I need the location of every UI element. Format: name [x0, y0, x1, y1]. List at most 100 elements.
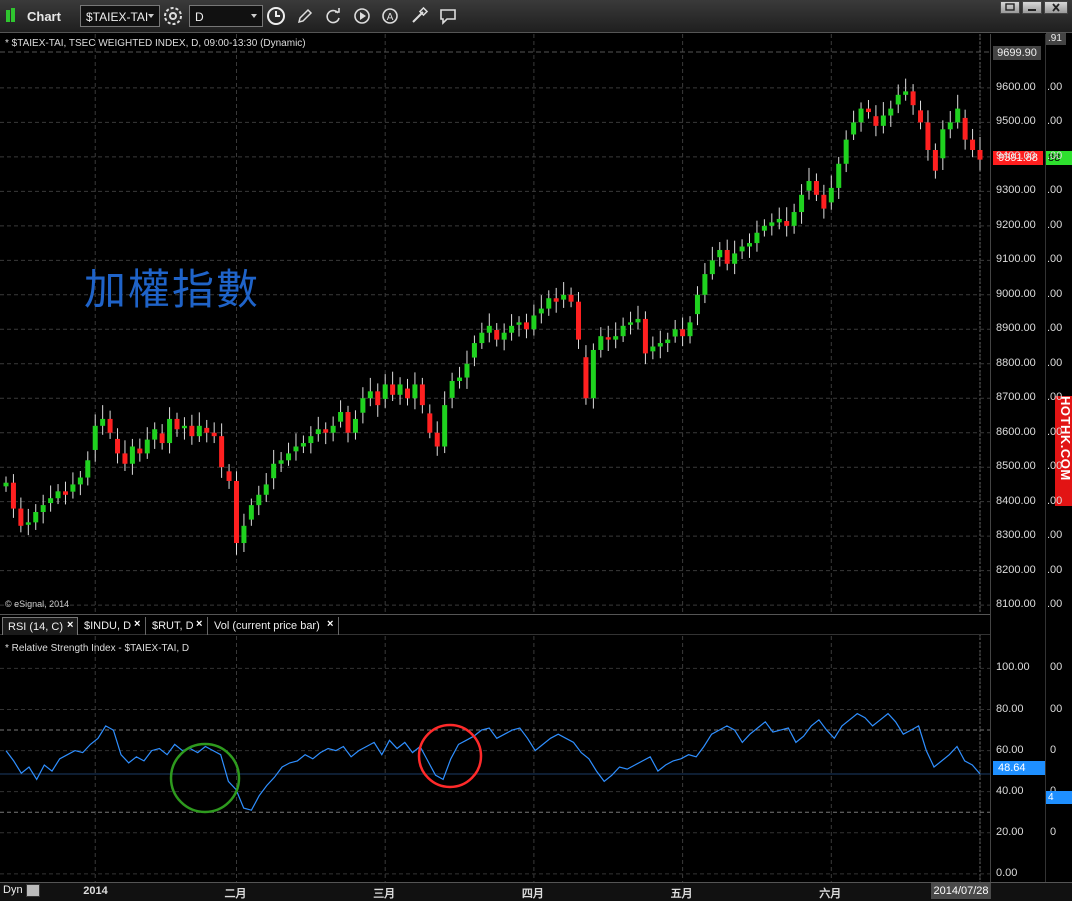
- rsi-axis-label: 40.00: [996, 784, 1024, 797]
- cursor-date-tag: 2014/07/28: [931, 883, 991, 899]
- tab-label: Vol (current price bar): [214, 620, 320, 632]
- candle-body: [338, 412, 344, 422]
- candle-body: [851, 122, 857, 135]
- dynamic-mode-button[interactable]: Dyn: [3, 884, 23, 896]
- secondary-price-axis-label: .00: [1047, 80, 1063, 93]
- candle-body: [248, 505, 254, 520]
- secondary-price-axis-label: .00: [1047, 184, 1063, 197]
- secondary-price-axis-label: .00: [1047, 494, 1063, 507]
- time-axis-label: 六月: [819, 888, 842, 900]
- candle-body: [576, 301, 582, 340]
- candle-body: [523, 322, 529, 330]
- secondary-rsi-axis-label: 00: [1050, 661, 1063, 674]
- candle-body: [427, 413, 433, 433]
- candle-body: [918, 110, 924, 123]
- secondary-price-axis-label: .00: [1047, 149, 1063, 162]
- candle-body: [308, 436, 314, 444]
- candle-body: [665, 339, 671, 344]
- rsi-axis-label: 0.00: [996, 866, 1018, 879]
- red-circle-annotation: [417, 723, 483, 789]
- candle-body: [516, 322, 522, 325]
- rsi-axis-label: 60.00: [996, 743, 1024, 756]
- lock-icon[interactable]: [26, 884, 40, 897]
- candle-body: [761, 225, 767, 231]
- candle-body: [873, 116, 879, 126]
- secondary-price-axis-label: .00: [1047, 391, 1063, 404]
- candle-body: [709, 260, 715, 275]
- candle-body: [821, 194, 827, 209]
- tab-rut[interactable]: $RUT, D ×: [147, 617, 208, 635]
- candle-body: [590, 349, 596, 399]
- candle-body: [970, 139, 976, 150]
- candle-body: [583, 357, 589, 399]
- candle-body: [271, 463, 277, 479]
- close-icon[interactable]: ×: [134, 618, 140, 630]
- candle-body: [806, 181, 812, 191]
- secondary-price-axis-label: .00: [1047, 598, 1063, 611]
- green-circle-annotation: [169, 742, 241, 814]
- high-price-tag-secondary: .91: [1046, 33, 1066, 45]
- tab-label: $INDU, D: [84, 620, 132, 632]
- secondary-price-axis-label: .00: [1047, 563, 1063, 576]
- candle-body: [211, 432, 217, 437]
- candle-body: [62, 491, 68, 495]
- secondary-price-axis-label: .00: [1047, 287, 1063, 300]
- candle-body: [442, 405, 448, 447]
- candle-body: [278, 460, 284, 464]
- price-axis-label: 9600.00: [996, 80, 1036, 93]
- candle-body: [865, 108, 871, 113]
- close-icon[interactable]: ×: [67, 619, 73, 631]
- candle-body: [70, 484, 76, 492]
- candle-body: [635, 318, 641, 323]
- candle-body: [799, 194, 805, 213]
- candle-body: [352, 418, 358, 433]
- candle-body: [115, 438, 121, 454]
- candle-body: [687, 322, 693, 337]
- candle-body: [360, 398, 366, 413]
- candle-body: [754, 232, 760, 244]
- candle-body: [747, 243, 753, 247]
- candle-body: [40, 505, 46, 513]
- price-axis-label: 9400.00: [996, 149, 1036, 162]
- candle-body: [732, 253, 738, 264]
- time-axis-label: 五月: [670, 888, 693, 900]
- price-axis-label: 9200.00: [996, 218, 1036, 231]
- copyright-text: © eSignal, 2014: [5, 599, 70, 609]
- price-axis-label: 9300.00: [996, 184, 1036, 197]
- candle-body: [375, 391, 381, 406]
- candle-body: [471, 343, 477, 358]
- price-chart-header: * $TAIEX-TAI, TSEC WEIGHTED INDEX, D, 09…: [5, 38, 306, 49]
- side-ad-badge[interactable]: HOTHK.COM: [1055, 396, 1072, 506]
- candle-body: [680, 329, 686, 337]
- tab-indu[interactable]: $INDU, D ×: [79, 617, 146, 635]
- candle-body: [925, 122, 931, 150]
- candle-body: [434, 432, 440, 447]
- candle-body: [77, 477, 83, 485]
- secondary-rsi-axis-label: 00: [1050, 702, 1063, 715]
- candle-body: [241, 525, 247, 544]
- candle-body: [538, 308, 544, 314]
- candle-body: [330, 425, 336, 433]
- close-icon[interactable]: ×: [196, 618, 202, 630]
- candle-body: [724, 249, 730, 264]
- candle-body: [880, 115, 886, 126]
- close-icon[interactable]: ×: [327, 618, 333, 630]
- rsi-last-value-tag: 48.64: [993, 761, 1045, 775]
- secondary-price-axis-label: .00: [1047, 115, 1063, 128]
- candle-body: [509, 325, 515, 333]
- candle-body: [932, 149, 938, 171]
- candle-body: [18, 508, 24, 526]
- candle-body: [702, 274, 708, 295]
- tab-volume[interactable]: Vol (current price bar) ×: [209, 617, 339, 635]
- secondary-price-axis-label: .00: [1047, 425, 1063, 438]
- candle-body: [598, 336, 604, 350]
- candle-body: [813, 181, 819, 195]
- candle-body: [189, 425, 195, 437]
- chart-canvas: [0, 34, 990, 882]
- tab-rsi[interactable]: RSI (14, C) ×: [2, 617, 78, 635]
- candle-body: [628, 322, 634, 325]
- candle-body: [137, 448, 143, 454]
- candle-body: [300, 443, 306, 447]
- watermark-title: 加權指數: [84, 265, 261, 314]
- candle-body: [85, 460, 91, 478]
